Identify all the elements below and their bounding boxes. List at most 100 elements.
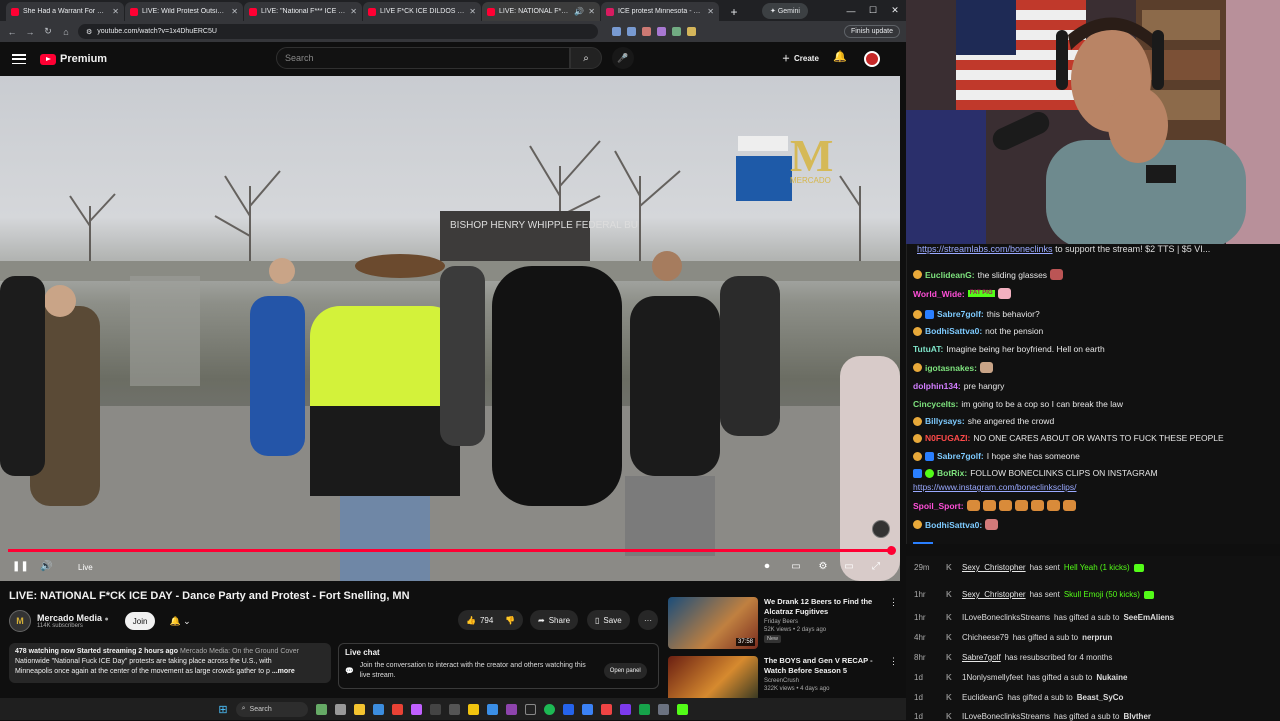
site-info-icon[interactable]: ⚙	[86, 28, 92, 36]
chat-username[interactable]: N0FUGAZI:	[925, 433, 970, 443]
open-panel-button[interactable]: Open panel	[603, 663, 647, 679]
extension-icon[interactable]	[642, 27, 651, 36]
close-icon[interactable]: ✕	[350, 7, 357, 16]
chat-username[interactable]: BodhiSattva0:	[925, 520, 982, 530]
subtitles-icon[interactable]: ▭	[789, 561, 803, 573]
create-button[interactable]: ＋ Create	[776, 48, 825, 68]
extension-icon[interactable]	[627, 27, 636, 36]
channel-watermark-icon[interactable]	[872, 520, 890, 538]
progress-bar[interactable]	[8, 549, 892, 552]
recommendation-item[interactable]: 37:58 We Drank 12 Beers to Find the Alca…	[668, 597, 898, 649]
taskbar-app-icon[interactable]	[638, 703, 650, 715]
chrome-icon[interactable]	[391, 703, 403, 715]
settings-gear-icon[interactable]: ⚙	[816, 561, 830, 573]
hamburger-menu-icon[interactable]	[12, 52, 26, 66]
finish-update-button[interactable]: Finish update	[843, 25, 900, 38]
taskbar-app-icon[interactable]	[657, 703, 669, 715]
autoplay-toggle-icon[interactable]: ⏺	[760, 561, 774, 573]
chat-username[interactable]: Spoil_Sport:	[913, 501, 964, 511]
taskbar-app-icon[interactable]	[410, 703, 422, 715]
browser-tab[interactable]: LIVE: Wild Protest Outside Bro✕	[125, 2, 243, 21]
chat-username[interactable]: BotRix:	[937, 468, 967, 478]
taskbar-app-icon[interactable]	[315, 703, 327, 715]
instagram-link[interactable]: https://www.instagram.com/boneclinksclip…	[913, 482, 1076, 492]
taskbar-app-icon[interactable]	[562, 703, 574, 715]
browser-tab[interactable]: ICE protest Minnesota - YouTu✕	[601, 2, 719, 21]
taskbar-app-icon[interactable]	[581, 703, 593, 715]
chat-username[interactable]: igotasnakes:	[925, 363, 977, 373]
thumbs-down-icon[interactable]: 👎	[505, 616, 515, 625]
file-explorer-icon[interactable]	[353, 703, 365, 715]
forward-icon[interactable]: →	[24, 27, 36, 37]
speaker-icon[interactable]: 🔊	[574, 7, 584, 16]
scrubber-handle[interactable]	[887, 546, 896, 555]
close-icon[interactable]: ✕	[588, 7, 595, 16]
home-icon[interactable]: ⌂	[60, 27, 72, 37]
voice-search-button[interactable]: 🎤	[612, 47, 634, 69]
extension-icon[interactable]	[672, 27, 681, 36]
like-button[interactable]: 👍 794 👎	[458, 610, 524, 630]
close-icon[interactable]: ✕	[469, 7, 476, 16]
theater-mode-icon[interactable]: ▭	[842, 561, 856, 573]
reload-icon[interactable]: ↻	[42, 26, 54, 37]
more-actions-button[interactable]: ···	[638, 610, 658, 630]
chat-username[interactable]: BodhiSattva0:	[925, 326, 982, 336]
taskbar-search[interactable]: ⌕ Search	[235, 701, 308, 717]
taskbar-app-icon[interactable]	[448, 703, 460, 715]
fullscreen-icon[interactable]: ⤢	[869, 561, 883, 573]
extension-icon[interactable]	[657, 27, 666, 36]
chat-username[interactable]: World_Wide:	[913, 289, 965, 299]
close-icon[interactable]: ✕	[707, 7, 714, 16]
url-field[interactable]: ⚙ youtube.com/watch?v=1x4DhuERC5U	[78, 24, 598, 39]
taskbar-app-icon[interactable]	[505, 703, 517, 715]
chat-username[interactable]: EuclideanG:	[925, 270, 975, 280]
youtube-logo[interactable]: Premium	[40, 53, 107, 65]
chat-username[interactable]: Billysays:	[925, 416, 965, 426]
video-thumbnail[interactable]: 37:58	[668, 597, 758, 649]
browser-tab[interactable]: She Had a Warrant For Obstru✕	[6, 2, 124, 21]
spotify-icon[interactable]	[543, 703, 555, 715]
close-window-icon[interactable]: ✕	[884, 0, 906, 21]
chat-username[interactable]: dolphin134:	[913, 381, 961, 391]
new-tab-button[interactable]: +	[726, 4, 742, 20]
chat-username[interactable]: Sabre7golf:	[937, 451, 984, 461]
volume-icon[interactable]: 🔊	[40, 561, 52, 572]
browser-tab[interactable]: LIVE F*CK ICE DILDOS Protest✕	[363, 2, 481, 21]
edge-icon[interactable]	[372, 703, 384, 715]
search-input[interactable]: Search	[276, 47, 570, 69]
notifications-bell-icon[interactable]: 🔔	[833, 50, 847, 63]
account-avatar[interactable]	[864, 51, 880, 67]
browser-tab[interactable]: LIVE: "National F*** ICE Day" Pr✕	[244, 2, 362, 21]
live-indicator[interactable]: Live	[78, 563, 93, 572]
channel-name[interactable]: Mercado Media ●	[37, 613, 109, 623]
close-icon[interactable]: ✕	[112, 7, 119, 16]
more-vert-icon[interactable]: ⋮	[889, 597, 898, 649]
description-box[interactable]: 478 watching now Started streaming 2 hou…	[9, 643, 331, 683]
taskbar-app-icon[interactable]	[429, 703, 441, 715]
taskbar-app-icon[interactable]	[619, 703, 631, 715]
more-link[interactable]: ...more	[272, 668, 295, 675]
gemini-button[interactable]: ✦ Gemini	[762, 3, 808, 19]
extension-icon[interactable]	[687, 27, 696, 36]
taskbar-app-icon[interactable]	[334, 703, 346, 715]
chat-username[interactable]: Cincycelts:	[913, 399, 958, 409]
taskbar-app-icon[interactable]	[467, 703, 479, 715]
search-button[interactable]: ⌕	[570, 47, 602, 69]
windows-start-icon[interactable]: ⊞	[218, 703, 227, 716]
channel-avatar[interactable]: M	[9, 610, 31, 632]
subscribe-bell-icon[interactable]: 🔔 ⌄	[169, 616, 190, 627]
video-player[interactable]: BISHOP HENRY WHIPPLE FEDERAL BU M MERCAD…	[0, 76, 900, 581]
browser-tab-active[interactable]: LIVE: NATIONAL F*CK ICE D🔊✕	[482, 2, 600, 21]
kick-icon[interactable]	[676, 703, 688, 715]
close-icon[interactable]: ✕	[231, 7, 238, 16]
taskbar-app-icon[interactable]	[486, 703, 498, 715]
save-button[interactable]: ▯ Save	[587, 610, 630, 630]
minimize-icon[interactable]: —	[840, 0, 862, 21]
chat-username[interactable]: Sabre7golf:	[937, 309, 984, 319]
share-button[interactable]: ➦ Share	[530, 610, 579, 630]
chat-username[interactable]: TutuAT:	[913, 344, 943, 354]
taskbar-app-icon[interactable]	[524, 703, 536, 715]
back-icon[interactable]: ←	[6, 27, 18, 37]
extension-icon[interactable]	[612, 27, 621, 36]
streamlabs-link[interactable]: https://streamlabs.com/boneclinks	[917, 244, 1053, 254]
